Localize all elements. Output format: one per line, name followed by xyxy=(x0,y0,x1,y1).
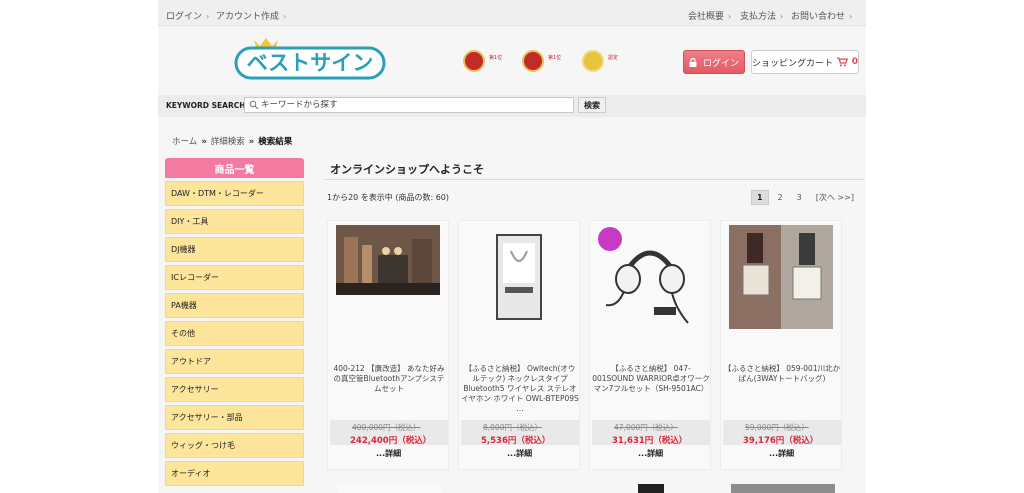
sale-price: 242,400円（税込） xyxy=(350,436,432,446)
product-name[interactable]: 【ふるさと納税】 059-001川北かばん(3WAYトートバッグ) xyxy=(723,364,841,412)
login-button[interactable]: ログイン xyxy=(683,50,745,74)
category-item[interactable]: DIY・工具 xyxy=(165,209,304,234)
category-item[interactable]: アクセサリー・部品 xyxy=(165,405,304,430)
category-item[interactable]: オーディオ xyxy=(165,461,304,486)
sale-price: 31,631円（税込） xyxy=(612,436,688,446)
chevron-right-icon: › xyxy=(283,12,287,21)
page: ログイン › アカウント作成 › 会社概要 › 支払方法 › お問い合わせ › ベストサイ… xyxy=(158,0,866,493)
detail-link[interactable]: ...詳細 xyxy=(376,448,401,459)
award-text-3: 認定 xyxy=(608,55,619,61)
product-image-next-row[interactable] xyxy=(600,484,704,493)
top-link-login[interactable]: ログイン › xyxy=(166,9,209,22)
award-badge-1 xyxy=(463,50,485,72)
list-price: 59,000円（税込） xyxy=(745,423,809,432)
cart-icon xyxy=(837,57,848,67)
search-field xyxy=(244,97,574,113)
price-box: 59,000円（税込） 39,176円（税込） xyxy=(723,420,841,446)
category-sidebar: 商品一覧 DAW・DTM・レコーダー DIY・工具 DJ機器 ICレコーダー P… xyxy=(165,158,304,486)
price-box: 47,000円（税込） 31,631円（税込） xyxy=(592,420,710,446)
page-2[interactable]: 2 xyxy=(773,191,788,204)
category-item[interactable]: ICレコーダー xyxy=(165,265,304,290)
list-price: 400,000円（税込） xyxy=(352,423,421,432)
top-link-contact[interactable]: お問い合わせ › xyxy=(791,9,852,22)
product-name[interactable]: 【ふるさと納税】 Owltech(オウルテック) ネックレスタイプ Blueto… xyxy=(461,364,579,412)
product-image-tote-bag[interactable] xyxy=(729,225,833,329)
search-icon xyxy=(249,100,259,110)
chevron-right-icon: › xyxy=(728,12,732,21)
page-1[interactable]: 1 xyxy=(751,190,769,205)
cart-count-badge: 0 xyxy=(851,57,858,67)
category-item[interactable]: アクセサリー xyxy=(165,377,304,402)
award-badge-2 xyxy=(522,50,544,72)
search-label: KEYWORD SEARCH xyxy=(166,101,246,110)
top-bar: ログイン › アカウント作成 › 会社概要 › 支払方法 › お問い合わせ › xyxy=(158,0,866,26)
breadcrumb-home[interactable]: ホーム xyxy=(172,137,197,147)
category-item[interactable]: DAW・DTM・レコーダー xyxy=(165,181,304,206)
breadcrumb-current: 検索結果 xyxy=(258,137,293,147)
category-item[interactable]: アウトドア xyxy=(165,349,304,374)
product-card[interactable]: 400-212 【廣改造】 あなた好みの真空管Bluetoothアンプシステムセ… xyxy=(327,220,449,470)
breadcrumb-separator: » xyxy=(248,137,255,147)
top-link-company[interactable]: 会社概要 › xyxy=(688,9,731,22)
price-box: 400,000円（税込） 242,400円（税込） xyxy=(330,420,448,446)
pagination: 1 2 3 [次へ >>] xyxy=(751,190,859,205)
main-content: オンラインショップへようこそ 1から20 を表示中 (商品の数: 60) 1 2… xyxy=(324,158,864,493)
list-price: 8,000円（税込） xyxy=(483,423,542,432)
search-button[interactable]: 検索 xyxy=(578,97,606,113)
product-name[interactable]: 400-212 【廣改造】 あなた好みの真空管Bluetoothアンプシステムセ… xyxy=(330,364,448,412)
product-image-amplifier[interactable] xyxy=(336,225,440,329)
breadcrumb-separator: » xyxy=(201,137,207,147)
product-name[interactable]: 【ふるさと納税】 047-001SOUND WARRIOR卓オワークマン7フルセ… xyxy=(592,364,710,412)
chevron-right-icon: › xyxy=(206,12,210,21)
top-link-payment[interactable]: 支払方法 › xyxy=(740,9,783,22)
detail-link[interactable]: ...詳細 xyxy=(507,448,532,459)
breadcrumb-advanced-search[interactable]: 詳細検索 xyxy=(211,137,245,147)
detail-link[interactable]: ...詳細 xyxy=(638,448,663,459)
product-grid: 400-212 【廣改造】 あなた好みの真空管Bluetoothアンプシステムセ… xyxy=(327,220,847,470)
page-3[interactable]: 3 xyxy=(792,191,807,204)
category-item[interactable]: ウィッグ・つけ毛 xyxy=(165,433,304,458)
category-item[interactable]: その他 xyxy=(165,321,304,346)
chevron-right-icon: › xyxy=(780,12,784,21)
sidebar-title: 商品一覧 xyxy=(165,158,304,178)
category-item[interactable]: DJ機器 xyxy=(165,237,304,262)
product-card[interactable]: 【ふるさと納税】 047-001SOUND WARRIOR卓オワークマン7フルセ… xyxy=(589,220,711,470)
detail-link[interactable]: ...詳細 xyxy=(769,448,794,459)
result-count: 1から20 を表示中 (商品の数: 60) xyxy=(327,193,450,202)
product-image-next-row[interactable] xyxy=(731,484,835,493)
search-bar: KEYWORD SEARCH 検索 xyxy=(158,95,866,117)
cart-button[interactable]: ショッピングカート 0 xyxy=(751,50,859,74)
search-input[interactable] xyxy=(261,99,571,111)
award-badge-3 xyxy=(582,50,604,72)
sale-price: 39,176円（税込） xyxy=(743,436,819,446)
award-text-1: 第1位 xyxy=(489,55,503,61)
price-box: 8,000円（税込） 5,536円（税込） xyxy=(461,420,579,446)
site-logo[interactable]: ベストサイン xyxy=(234,36,386,82)
chevron-right-icon: › xyxy=(849,12,853,21)
sale-price: 5,536円（税込） xyxy=(481,436,551,446)
product-image-headset[interactable] xyxy=(598,225,702,329)
lock-icon xyxy=(689,57,697,67)
top-link-create-account[interactable]: アカウント作成 › xyxy=(216,9,286,22)
page-title: オンラインショップへようこそ xyxy=(324,158,864,180)
category-item[interactable]: PA機器 xyxy=(165,293,304,318)
breadcrumb: ホーム» 詳細検索» 検索結果 xyxy=(172,135,292,147)
product-image-earphones[interactable] xyxy=(467,225,571,329)
product-card[interactable]: 【ふるさと納税】 059-001川北かばん(3WAYトートバッグ) 59,000… xyxy=(720,220,842,470)
logo-text: ベストサイン xyxy=(247,51,373,75)
list-price: 47,000円（税込） xyxy=(614,423,678,432)
product-card[interactable]: 【ふるさと納税】 Owltech(オウルテック) ネックレスタイプ Blueto… xyxy=(458,220,580,470)
page-next[interactable]: [次へ >>] xyxy=(811,190,859,205)
award-text-2: 第1位 xyxy=(548,55,562,61)
product-image-next-row[interactable] xyxy=(338,484,442,493)
